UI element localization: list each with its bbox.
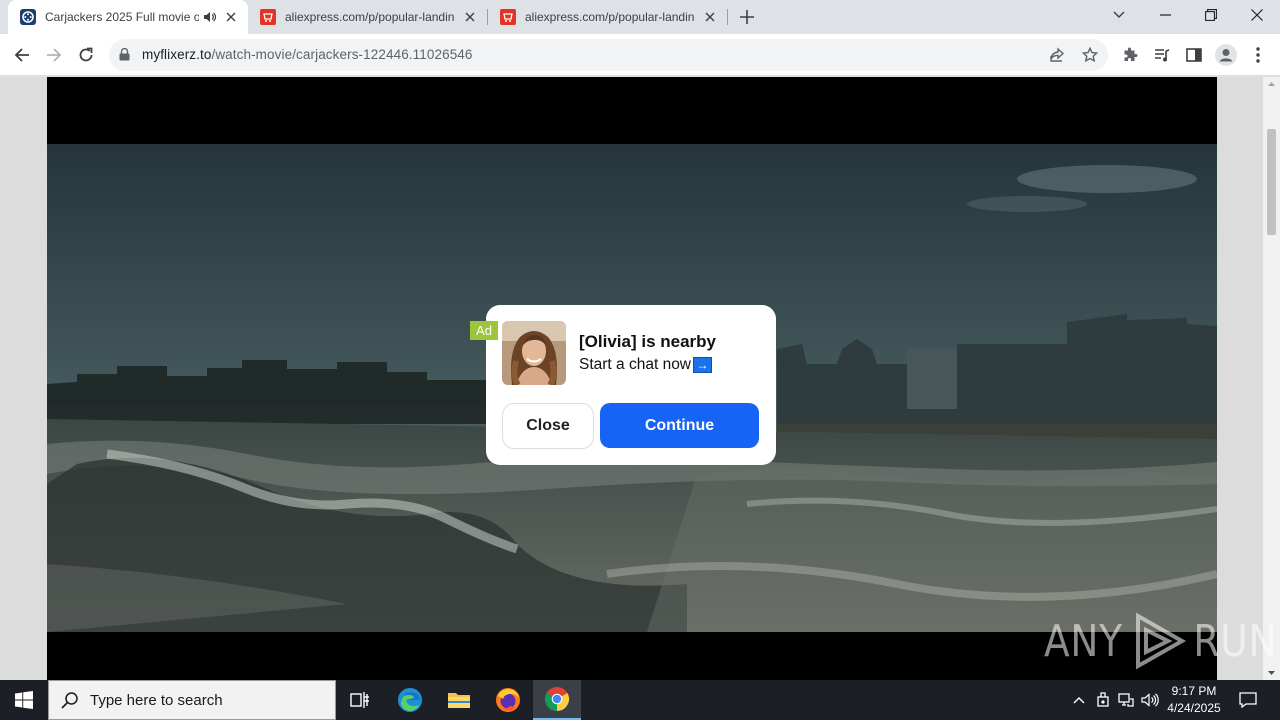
media-control-button[interactable] bbox=[1149, 42, 1175, 68]
woman-portrait-image bbox=[502, 321, 566, 385]
notification-icon bbox=[1239, 692, 1257, 708]
ad-continue-button[interactable]: Continue bbox=[600, 403, 759, 448]
taskbar-search-placeholder: Type here to search bbox=[90, 691, 223, 709]
plus-icon bbox=[740, 10, 754, 24]
arrow-left-icon bbox=[14, 48, 29, 62]
task-view-icon bbox=[350, 692, 369, 708]
back-button[interactable] bbox=[9, 42, 35, 68]
tab-close-icon[interactable] bbox=[702, 9, 718, 25]
clock-time: 9:17 PM bbox=[1171, 684, 1217, 698]
minimize-button[interactable] bbox=[1142, 0, 1188, 30]
page-scrollbar[interactable] bbox=[1263, 77, 1280, 680]
firefox-icon bbox=[496, 688, 520, 712]
chrome-menu-button[interactable] bbox=[1245, 42, 1271, 68]
profile-button[interactable] bbox=[1213, 42, 1239, 68]
side-panel-icon bbox=[1186, 48, 1202, 62]
music-queue-icon bbox=[1155, 49, 1170, 62]
taskbar-file-explorer[interactable] bbox=[435, 680, 483, 720]
taskbar-chrome[interactable] bbox=[533, 680, 581, 720]
bookmark-star-icon[interactable] bbox=[1081, 46, 1099, 64]
new-tab-button[interactable] bbox=[737, 7, 757, 27]
network-icon bbox=[1118, 693, 1134, 707]
volume-icon bbox=[1141, 693, 1159, 707]
aliexpress-icon bbox=[500, 9, 516, 25]
taskbar-clock[interactable]: 9:17 PM 4/24/2025 bbox=[1160, 683, 1228, 717]
tab-close-icon[interactable] bbox=[462, 9, 478, 25]
task-view-button[interactable] bbox=[336, 680, 384, 720]
tab-aliexpress-2[interactable]: aliexpress.com/p/popular-landin bbox=[488, 0, 727, 34]
taskbar-edge[interactable] bbox=[386, 680, 434, 720]
ad-profile-photo[interactable] bbox=[502, 321, 566, 385]
window-close-button[interactable] bbox=[1234, 0, 1280, 30]
side-panel-button[interactable] bbox=[1181, 42, 1207, 68]
tab-separator bbox=[727, 9, 728, 25]
chat-ad-popup[interactable]: [Olivia] is nearby Start a chat now → Cl… bbox=[486, 305, 776, 465]
restore-icon bbox=[1205, 9, 1217, 21]
tab-aliexpress-1[interactable]: aliexpress.com/p/popular-landin bbox=[248, 0, 487, 34]
watermark-text-left: ANY bbox=[1043, 615, 1123, 667]
play-triangle-logo-icon bbox=[1135, 612, 1186, 670]
aliexpress-icon bbox=[260, 9, 276, 25]
lock-icon[interactable] bbox=[119, 47, 130, 66]
speaker-icon[interactable] bbox=[203, 10, 217, 24]
reload-button[interactable] bbox=[73, 42, 99, 68]
ad-subtitle-row: Start a chat now → bbox=[579, 356, 713, 374]
usb-device-icon bbox=[1097, 692, 1109, 707]
ad-badge[interactable]: Ad bbox=[470, 321, 498, 340]
tab-search-button[interactable] bbox=[1096, 0, 1142, 30]
address-bar[interactable]: myflixerz.to/watch-movie/carjackers-1224… bbox=[109, 39, 1108, 71]
ad-title: [Olivia] is nearby bbox=[579, 332, 716, 351]
chevron-up-icon bbox=[1073, 697, 1085, 704]
taskbar-firefox[interactable] bbox=[484, 680, 532, 720]
tab-title: aliexpress.com/p/popular-landin bbox=[525, 10, 695, 24]
puzzle-icon bbox=[1124, 47, 1138, 61]
arrow-right-icon bbox=[47, 48, 62, 62]
show-hidden-icons-button[interactable] bbox=[1068, 680, 1090, 720]
taskbar-search-box[interactable]: Type here to search bbox=[48, 680, 336, 720]
film-reel-icon bbox=[20, 9, 36, 25]
chrome-icon bbox=[544, 687, 570, 711]
watermark-text-right: RUN bbox=[1193, 615, 1278, 667]
tray-volume-button[interactable] bbox=[1139, 680, 1161, 720]
tab-strip: Carjackers 2025 Full movie o aliexpress.… bbox=[0, 0, 1280, 34]
tray-network-button[interactable] bbox=[1115, 680, 1137, 720]
url-host: myflixerz.to bbox=[142, 47, 212, 62]
ad-close-button[interactable]: Close bbox=[502, 403, 594, 449]
windows-logo-icon bbox=[15, 691, 33, 709]
scroll-up-arrow-icon[interactable] bbox=[1263, 77, 1280, 91]
reload-icon bbox=[79, 47, 93, 62]
minimize-icon bbox=[1159, 14, 1171, 16]
url-text[interactable]: myflixerz.to/watch-movie/carjackers-1224… bbox=[142, 47, 473, 62]
anyrun-watermark: ANY RUN bbox=[1037, 612, 1280, 670]
windows-taskbar: Type here to search 9:17 PM 4/24/2025 bbox=[0, 680, 1280, 720]
extensions-button[interactable] bbox=[1117, 42, 1143, 68]
kebab-menu-icon bbox=[1256, 47, 1260, 63]
edge-icon bbox=[398, 688, 422, 712]
close-icon bbox=[1251, 9, 1263, 21]
tab-title: Carjackers 2025 Full movie o bbox=[45, 10, 199, 24]
forward-button[interactable] bbox=[41, 42, 67, 68]
ad-subtitle: Start a chat now bbox=[579, 356, 692, 373]
search-icon bbox=[61, 692, 78, 709]
clock-date: 4/24/2025 bbox=[1167, 701, 1221, 715]
scrollbar-thumb[interactable] bbox=[1267, 129, 1276, 235]
notifications-button[interactable] bbox=[1232, 680, 1264, 720]
chevron-down-icon bbox=[1113, 11, 1125, 18]
tab-close-icon[interactable] bbox=[223, 9, 239, 25]
folder-icon bbox=[448, 693, 470, 708]
share-icon[interactable] bbox=[1048, 46, 1066, 64]
avatar-icon bbox=[1215, 44, 1237, 66]
tab-carjackers[interactable]: Carjackers 2025 Full movie o bbox=[8, 0, 248, 34]
start-button[interactable] bbox=[0, 680, 48, 720]
url-path: /watch-movie/carjackers-122446.11026546 bbox=[211, 47, 473, 62]
arrow-right-icon: → bbox=[693, 357, 713, 373]
tray-device-icon-button[interactable] bbox=[1092, 680, 1114, 720]
restore-button[interactable] bbox=[1188, 0, 1234, 30]
tab-title: aliexpress.com/p/popular-landin bbox=[285, 10, 455, 24]
browser-toolbar: myflixerz.to/watch-movie/carjackers-1224… bbox=[0, 34, 1280, 76]
